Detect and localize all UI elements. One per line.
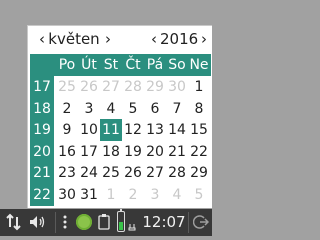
day-cell[interactable]: 9 [56,119,78,141]
day-cell[interactable]: 1 [188,76,210,98]
day-cell[interactable]: 29 [188,162,210,184]
weekday-header: Út [81,57,97,73]
day-cell[interactable]: 21 [166,141,188,163]
day-cell-today[interactable]: 11 [100,119,122,141]
day-cell[interactable]: 8 [188,98,210,120]
day-cell[interactable]: 16 [56,141,78,163]
day-cell[interactable]: 14 [166,119,188,141]
day-cell[interactable]: 17 [78,141,100,163]
day-cell[interactable]: 6 [144,98,166,120]
week-number: 17 [33,79,51,95]
day-cell[interactable]: 28 [166,162,188,184]
battery-plug-icon [127,213,137,232]
day-cell[interactable]: 25 [56,76,78,98]
week-number: 21 [33,165,51,181]
battery-icon[interactable] [117,209,125,232]
day-cell[interactable]: 23 [56,162,78,184]
weekday-header: Ne [189,57,209,73]
calendar-header: ‹ květen › ‹ 2016 › [28,26,213,52]
weekday-header: Pá [146,57,164,73]
day-cell[interactable]: 3 [144,184,166,206]
day-cell[interactable]: 26 [78,76,100,98]
day-cell[interactable]: 10 [78,119,100,141]
day-cell[interactable]: 4 [100,98,122,120]
next-month-button[interactable]: › [100,28,116,50]
taskbar: 12:07 [0,209,212,236]
day-cell[interactable]: 25 [100,162,122,184]
day-cell[interactable]: 30 [166,76,188,98]
day-cell[interactable]: 5 [122,98,144,120]
day-cell[interactable]: 20 [144,141,166,163]
day-cell[interactable]: 31 [78,184,100,206]
day-cell[interactable]: 30 [56,184,78,206]
weekday-header: Čt [125,57,141,73]
day-cell[interactable]: 26 [122,162,144,184]
day-cell[interactable]: 19 [122,141,144,163]
day-cell[interactable]: 7 [166,98,188,120]
day-cell[interactable]: 13 [144,119,166,141]
clipboard-icon[interactable] [97,213,111,232]
day-cell[interactable]: 2 [122,184,144,206]
settings-dots-icon[interactable] [58,213,72,232]
logout-icon[interactable] [192,213,210,232]
day-cell[interactable]: 3 [78,98,100,120]
clock[interactable]: 12:07 [142,213,186,232]
day-cell[interactable]: 4 [166,184,188,206]
volume-icon[interactable] [28,213,48,232]
tray-separator [55,212,56,233]
day-cell[interactable]: 24 [78,162,100,184]
day-cell[interactable]: 27 [144,162,166,184]
month-label[interactable]: květen [48,28,100,50]
next-year-button[interactable]: › [196,28,212,50]
day-cell[interactable]: 28 [122,76,144,98]
weekday-header: St [103,57,119,73]
day-cell[interactable]: 5 [188,184,210,206]
day-cell[interactable]: 1 [100,184,122,206]
day-cell[interactable]: 15 [188,119,210,141]
calendar-grid: Po Út St Čt Pá So Ne 17 18 19 20 21 22 25 26 27 28 29 30 1 2… [30,54,211,206]
day-cell[interactable]: 18 [100,141,122,163]
settings-icon[interactable] [76,214,92,230]
weekday-header: So [168,57,186,73]
week-number: 20 [33,143,51,160]
week-number: 19 [33,122,51,138]
day-cell[interactable]: 2 [56,98,78,120]
week-number: 18 [33,100,51,117]
weekday-header: Po [58,57,76,73]
day-cell[interactable]: 12 [122,119,144,141]
week-number: 22 [33,186,51,203]
calendar-popup: ‹ květen › ‹ 2016 › Po Út St Čt Pá So Ne 17 18 19… [27,25,212,208]
tray-separator [188,212,189,233]
network-icon[interactable] [6,213,22,232]
day-cell[interactable]: 22 [188,141,210,163]
day-cell[interactable]: 27 [100,76,122,98]
year-label[interactable]: 2016 [160,28,198,50]
day-cell[interactable]: 29 [144,76,166,98]
